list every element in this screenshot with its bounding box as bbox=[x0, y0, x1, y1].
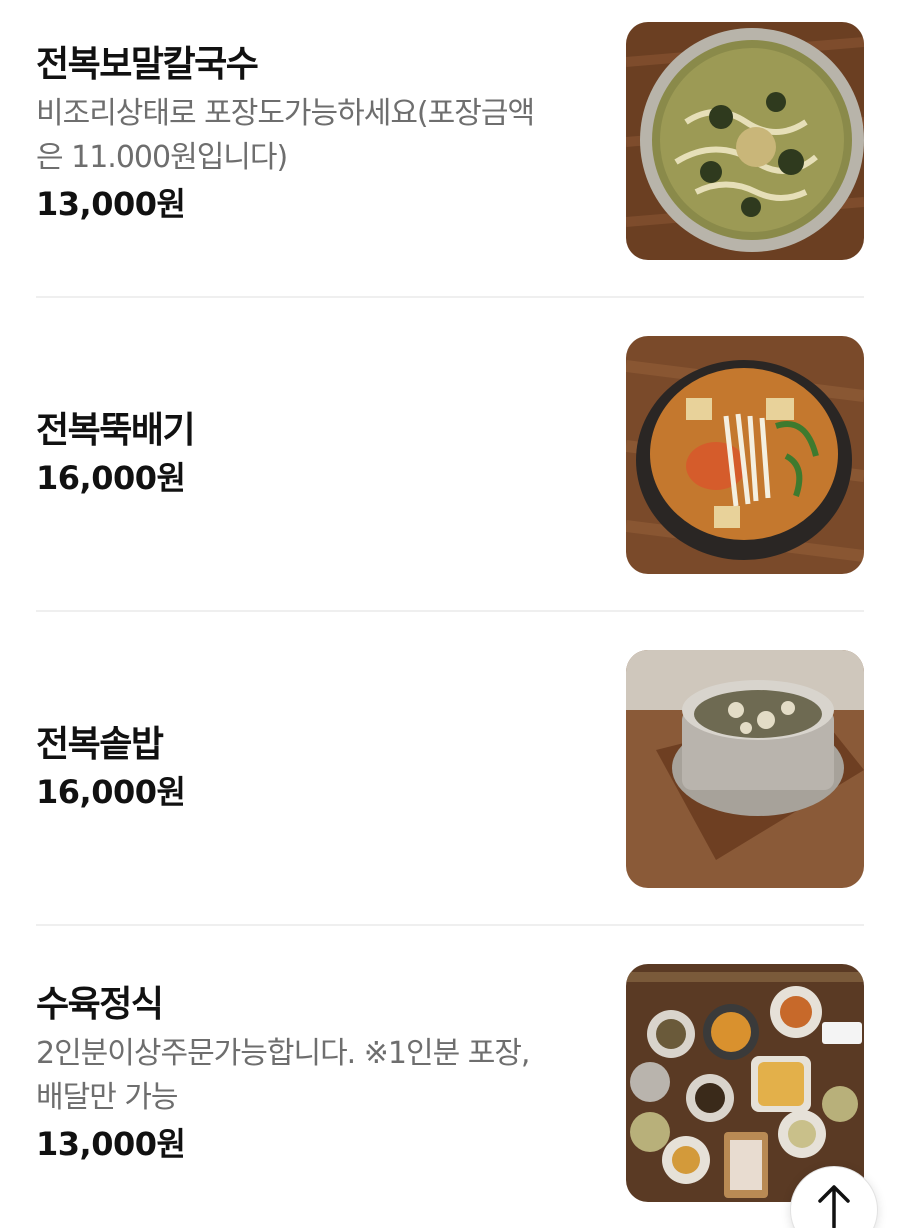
menu-item-photo[interactable] bbox=[626, 650, 864, 888]
menu-item-price: 13,000원 bbox=[36, 1125, 186, 1163]
menu-item-text: 전복솥밥 16,000원 bbox=[36, 722, 596, 814]
menu-item-name: 수육정식 bbox=[36, 984, 164, 1025]
menu-item[interactable]: 수육정식 2인분이상주문가능합니다. ※1인분 포장, 배달만 가능 13,00… bbox=[36, 926, 864, 1228]
sotbap-photo bbox=[626, 650, 864, 888]
menu-item-text: 수육정식 2인분이상주문가능합니다. ※1인분 포장, 배달만 가능 13,00… bbox=[36, 982, 596, 1166]
menu-item-price: 16,000원 bbox=[36, 773, 186, 811]
menu-item-name: 전복솥밥 bbox=[36, 724, 164, 765]
menu-item-description: 2인분이상주문가능합니다. ※1인분 포장, 배달만 가능 bbox=[36, 1036, 530, 1115]
menu-item-price: 16,000원 bbox=[36, 459, 186, 497]
menu-item-text: 전복뚝배기 16,000원 bbox=[36, 408, 596, 500]
menu-item-photo[interactable] bbox=[626, 336, 864, 574]
menu-item-description: 비조리상태로 포장도가능하세요(포장금액 은 11.000원입니다) bbox=[36, 96, 535, 175]
menu-item[interactable]: 전복솥밥 16,000원 bbox=[36, 612, 864, 926]
menu-item-price: 13,000원 bbox=[36, 185, 186, 223]
kalguksu-photo bbox=[626, 22, 864, 260]
arrow-up-icon bbox=[814, 1181, 854, 1228]
menu-item-name: 전복보말칼국수 bbox=[36, 44, 259, 85]
menu-item[interactable]: 전복뚝배기 16,000원 bbox=[36, 298, 864, 612]
menu-item-photo[interactable] bbox=[626, 22, 864, 260]
menu-list: 전복보말칼국수 비조리상태로 포장도가능하세요(포장금액 은 11.000원입니… bbox=[0, 0, 900, 1228]
menu-item-name: 전복뚝배기 bbox=[36, 410, 196, 451]
ttukbaegi-photo bbox=[626, 336, 864, 574]
menu-item[interactable]: 전복보말칼국수 비조리상태로 포장도가능하세요(포장금액 은 11.000원입니… bbox=[36, 0, 864, 298]
menu-item-text: 전복보말칼국수 비조리상태로 포장도가능하세요(포장금액 은 11.000원입니… bbox=[36, 42, 596, 226]
